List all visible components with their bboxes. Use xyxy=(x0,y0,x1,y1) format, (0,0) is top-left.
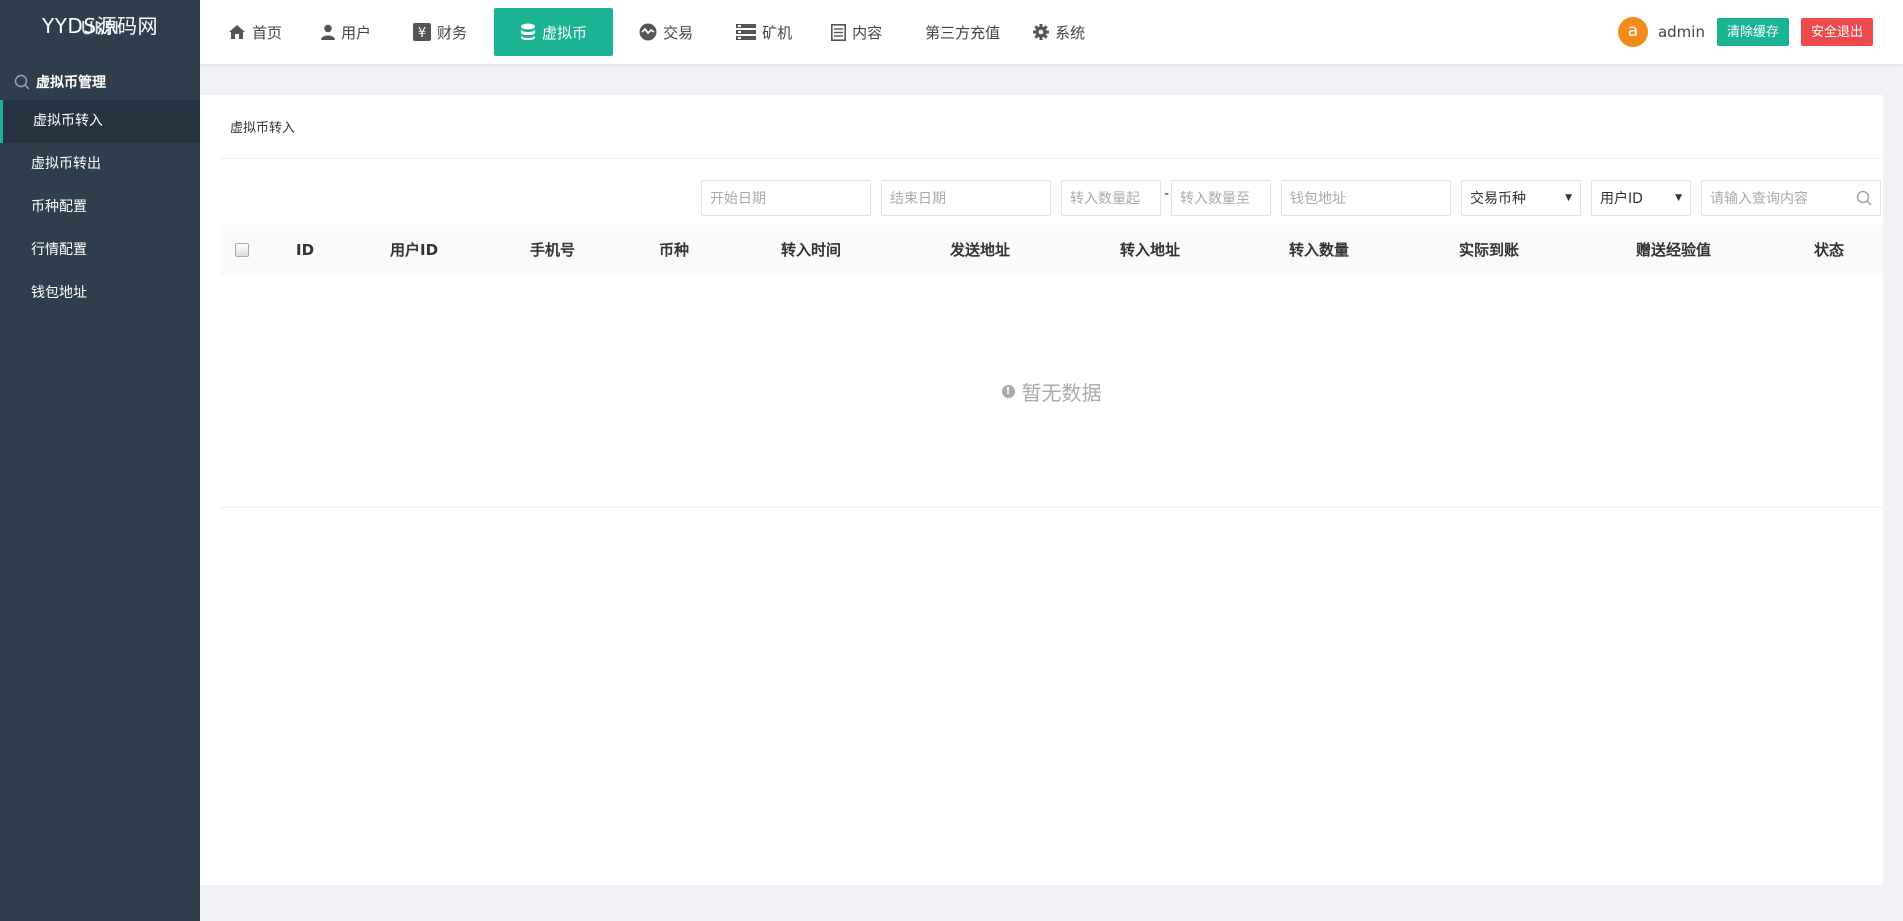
home-icon xyxy=(229,25,245,39)
filter-bar: 开始日期 结束日期 转入数量起 - 转入数量至 钱包地址 交易币种 ▼ 用户ID… xyxy=(200,180,1883,216)
col-bonus-exp: 赠送经验值 xyxy=(1636,241,1712,259)
user-icon xyxy=(321,24,336,40)
query-placeholder: 请输入查询内容 xyxy=(1710,191,1808,207)
chevron-down-icon: ▼ xyxy=(1675,193,1682,203)
amount-to-input[interactable]: 转入数量至 xyxy=(1171,180,1271,216)
user-area: a admin 清除缓存 安全退出 xyxy=(1617,0,1873,64)
range-dash: - xyxy=(1164,186,1170,202)
chevron-down-icon: ▼ xyxy=(1565,193,1572,203)
nav-item-system[interactable]: 系统 xyxy=(1015,0,1100,64)
nav-item-user[interactable]: 用户 xyxy=(297,0,386,64)
col-actual-received: 实际到账 xyxy=(1459,241,1520,259)
database-icon xyxy=(521,23,536,41)
nav-item-crypto[interactable]: 虚拟币 xyxy=(494,8,614,56)
server-icon xyxy=(736,24,757,40)
col-phone: 手机号 xyxy=(530,241,576,259)
sidebar-item-wallet-address[interactable]: 钱包地址 xyxy=(0,272,200,315)
sidebar-section-title: 虚拟币管理 xyxy=(0,64,200,100)
coin-select-value: 交易币种 xyxy=(1470,191,1526,207)
logout-button[interactable]: 安全退出 xyxy=(1800,18,1873,46)
nav-label: 内容 xyxy=(852,23,883,42)
col-user-id: 用户ID xyxy=(390,241,439,259)
empty-text: 暂无数据 xyxy=(1021,380,1102,405)
wallet-address-input[interactable]: 钱包地址 xyxy=(1281,180,1451,216)
col-status: 状态 xyxy=(1814,241,1845,259)
field-select-value: 用户ID xyxy=(1600,191,1643,207)
col-from-address: 发送地址 xyxy=(950,241,1011,259)
nav-item-third-party-recharge[interactable]: 第三方充值 xyxy=(897,0,1015,64)
top-nav: 首页 用户 ¥ 财务 虚拟币 交易 矿机 内容 第三方充值 系统 xyxy=(200,0,1100,64)
nav-item-trade[interactable]: 交易 xyxy=(625,0,708,64)
end-date-input[interactable]: 结束日期 xyxy=(881,180,1051,216)
nav-label: 首页 xyxy=(252,23,283,42)
empty-state: ! 暂无数据 xyxy=(220,275,1883,508)
search-icon xyxy=(14,74,30,90)
nav-label: 交易 xyxy=(663,23,694,42)
col-coin: 币种 xyxy=(659,241,690,259)
clear-cache-button[interactable]: 清除缓存 xyxy=(1716,18,1789,46)
gear-icon xyxy=(1033,24,1050,40)
select-all-checkbox[interactable] xyxy=(235,243,249,257)
col-id: ID xyxy=(296,241,315,259)
nav-label: 用户 xyxy=(341,23,372,42)
nav-label: 财务 xyxy=(437,23,468,42)
sidebar-item-crypto-out[interactable]: 虚拟币转出 xyxy=(0,143,200,186)
nav-label: 虚拟币 xyxy=(542,23,588,42)
nav-item-home[interactable]: 首页 xyxy=(200,0,297,64)
query-input[interactable]: 请输入查询内容 xyxy=(1701,180,1881,216)
nav-item-finance[interactable]: ¥ 财务 xyxy=(386,0,482,64)
info-icon: ! xyxy=(1001,384,1015,398)
sidebar-item-market-config[interactable]: 行情配置 xyxy=(0,229,200,272)
sidebar-item-crypto-in[interactable]: 虚拟币转入 xyxy=(0,100,200,143)
col-to-address: 转入地址 xyxy=(1120,241,1181,259)
nav-item-miner[interactable]: 矿机 xyxy=(708,0,807,64)
username[interactable]: admin xyxy=(1658,23,1705,41)
yen-icon: ¥ xyxy=(413,23,432,41)
logo-text: YYDS源码网 xyxy=(41,14,159,38)
avatar[interactable]: a xyxy=(1617,17,1648,47)
nav-label: 矿机 xyxy=(762,23,793,42)
table-header: ID 用户ID 手机号 币种 转入时间 发送地址 转入地址 转入数量 实际到账 … xyxy=(220,225,1883,275)
page-title: 虚拟币转入 xyxy=(220,95,1883,159)
document-icon xyxy=(831,23,847,41)
field-select[interactable]: 用户ID ▼ xyxy=(1591,180,1691,216)
sidebar: UKN YYDS源码网 虚拟币管理 虚拟币转入 虚拟币转出 币种配置 行情配置 … xyxy=(0,0,200,921)
col-time: 转入时间 xyxy=(781,241,842,259)
top-bar: 首页 用户 ¥ 财务 虚拟币 交易 矿机 内容 第三方充值 系统 a admin… xyxy=(200,0,1903,64)
start-date-input[interactable]: 开始日期 xyxy=(701,180,871,216)
col-amount: 转入数量 xyxy=(1289,241,1350,259)
logo[interactable]: UKN YYDS源码网 xyxy=(0,0,200,64)
nav-label: 第三方充值 xyxy=(925,23,1001,42)
search-icon[interactable] xyxy=(1856,190,1872,206)
coin-select[interactable]: 交易币种 ▼ xyxy=(1461,180,1581,216)
exchange-icon xyxy=(639,23,657,41)
nav-item-content[interactable]: 内容 xyxy=(807,0,897,64)
sidebar-section-label: 虚拟币管理 xyxy=(36,75,106,91)
amount-from-input[interactable]: 转入数量起 xyxy=(1061,180,1161,216)
main-card: 虚拟币转入 开始日期 结束日期 转入数量起 - 转入数量至 钱包地址 交易币种 … xyxy=(200,95,1883,885)
sidebar-item-coin-config[interactable]: 币种配置 xyxy=(0,186,200,229)
svg-text:¥: ¥ xyxy=(418,26,426,41)
nav-label: 系统 xyxy=(1055,23,1086,42)
